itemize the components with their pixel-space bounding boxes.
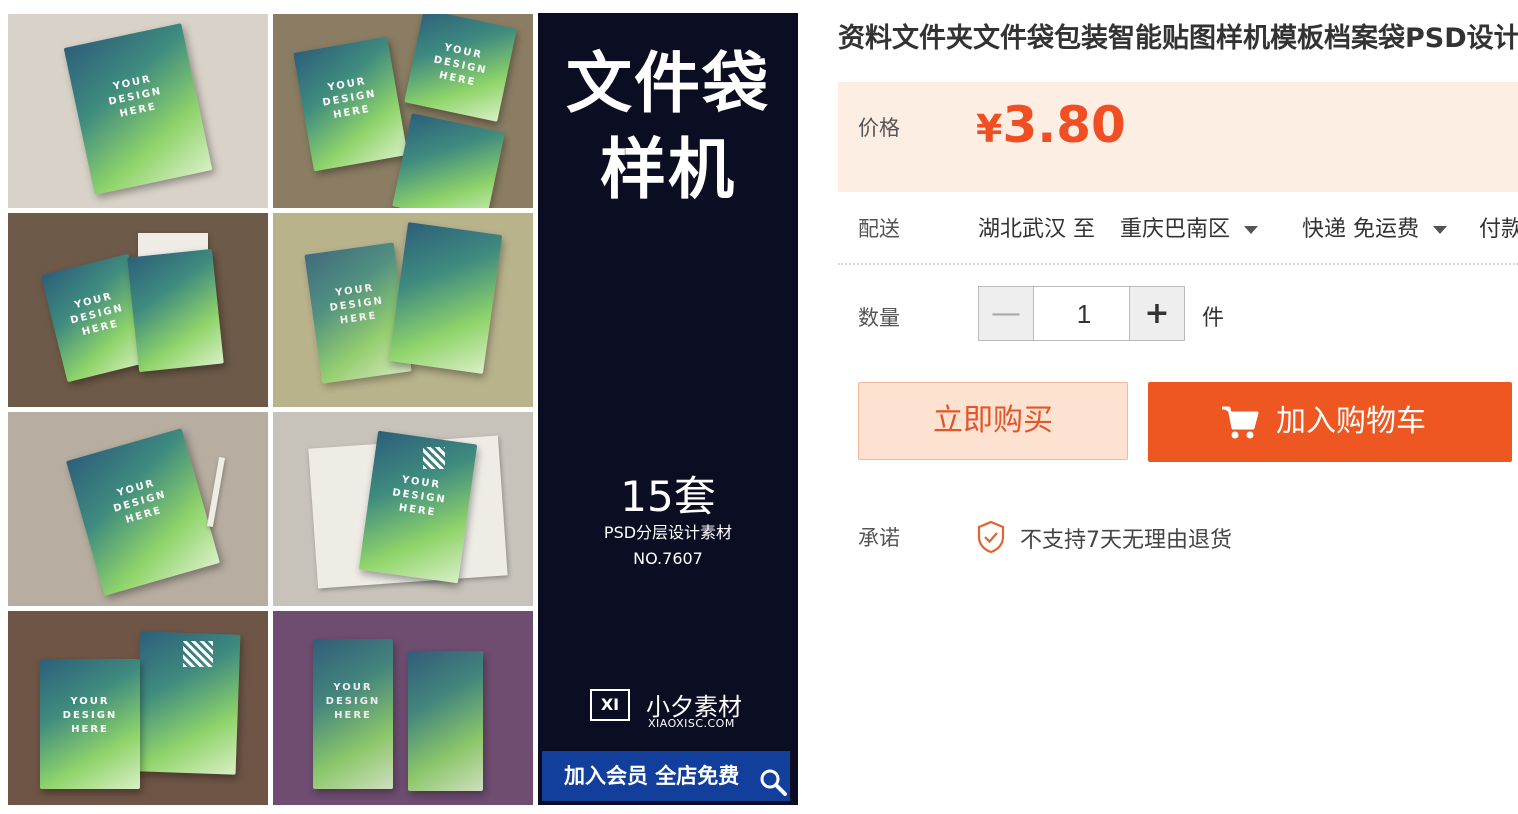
gallery-thumbnail[interactable]: YOUR DESIGN HERE (8, 213, 268, 407)
poster-number: NO.7607 (633, 549, 703, 568)
quantity-label: 数量 (858, 306, 900, 330)
promise-text: 不支持7天无理由退货 (1020, 528, 1232, 553)
increase-button[interactable]: + (1129, 287, 1184, 340)
brand-logo: XI (590, 689, 630, 721)
gallery-thumbnail[interactable]: YOUR DESIGN HERE (273, 611, 533, 805)
ship-method-select[interactable]: 快递 免运费 (1302, 211, 1447, 243)
price-value: ¥3.80 (976, 96, 1126, 154)
poster-title-line2: 样机 (600, 131, 736, 208)
mockup-text: YOUR DESIGN HERE (432, 41, 489, 89)
poster-subtitle: PSD分层设计素材 (603, 523, 733, 542)
gallery-thumbnail[interactable]: YOUR DESIGN HERE YOUR DESIGN HERE (273, 14, 533, 208)
brand-url: XIAOXISC.COM (648, 717, 735, 730)
ship-method: 快递 免运费 (1302, 217, 1419, 242)
caret-down-icon (1433, 226, 1447, 234)
promo-poster[interactable]: 文件袋 样机 15套 PSD分层设计素材 NO.7607 XI 小夕素材 XIA… (538, 13, 798, 805)
poster-count: 15套 (620, 472, 716, 521)
decrease-button[interactable]: — (979, 287, 1034, 340)
mockup-text: YOUR DESIGN HERE (62, 696, 118, 736)
currency-symbol: ¥ (976, 107, 1003, 151)
minus-icon: — (991, 296, 1021, 331)
gallery-thumbnail[interactable]: YOUR DESIGN HERE (8, 14, 268, 208)
gallery-thumbnail[interactable]: YOUR DESIGN HERE (8, 611, 268, 805)
magnifier-icon[interactable] (758, 767, 788, 797)
mockup-text: YOUR DESIGN HERE (107, 73, 164, 120)
ship-to-select[interactable]: 重庆巴南区 (1120, 211, 1259, 243)
mockup-text: YOUR DESIGN HERE (321, 75, 378, 121)
add-to-cart-label: 加入购物车 (1276, 404, 1426, 439)
plus-icon: + (1144, 296, 1170, 331)
add-to-cart-button[interactable]: 加入购物车 (1148, 382, 1512, 462)
brand-block: XI 小夕素材 XIAOXISC.COM (590, 689, 750, 730)
gallery-thumbnail[interactable]: YOUR DESIGN HERE (8, 412, 268, 606)
quantity-input[interactable] (1034, 287, 1134, 342)
mockup-text: YOUR DESIGN HERE (325, 682, 381, 721)
buy-now-button[interactable]: 立即购买 (858, 382, 1128, 460)
member-banner: 加入会员 全店免费 (542, 751, 790, 801)
payment-info: 付款后 (1479, 217, 1518, 242)
gallery-thumbnail[interactable]: YOUR DESIGN HERE (273, 213, 533, 407)
price-box: 价格 ¥3.80 (838, 82, 1518, 192)
price-label: 价格 (858, 116, 900, 140)
shipping-label: 配送 (858, 217, 900, 241)
mockup-text: YOUR DESIGN HERE (112, 477, 168, 527)
product-title: 资料文件夹文件袋包装智能贴图样机模板档案袋PSD设计素材 (838, 23, 1518, 54)
ship-to: 重庆巴南区 (1120, 217, 1231, 242)
ship-from: 湖北武汉 至 (978, 217, 1095, 242)
quantity-unit: 件 (1202, 306, 1225, 331)
promise-row: 承诺 不支持7天无理由退货 (838, 516, 1518, 556)
price-amount: 3.80 (1002, 96, 1126, 154)
poster-title-line1: 文件袋 (566, 45, 770, 122)
quantity-stepper: — + (978, 286, 1185, 342)
poster-title: 文件袋 样机 (538, 41, 798, 213)
gallery-thumbnail[interactable]: YOUR DESIGN HERE (273, 412, 533, 606)
shipping-row: 配送 湖北武汉 至 重庆巴南区 快递 免运费 付款后 (838, 195, 1518, 265)
shield-check-icon (977, 520, 1005, 554)
mockup-text: YOUR DESIGN HERE (391, 474, 448, 519)
promise-label: 承诺 (858, 526, 900, 550)
caret-down-icon (1244, 226, 1259, 234)
product-details: 资料文件夹文件袋包装智能贴图样机模板档案袋PSD设计素材 价格 ¥3.80 配送… (838, 0, 1518, 814)
quantity-row: 数量 — + 件 (838, 286, 1518, 342)
cart-icon (1222, 406, 1259, 439)
product-gallery: YOUR DESIGN HERE YOUR DESIGN HERE YOUR D… (0, 0, 806, 814)
mockup-text: YOUR DESIGN HERE (329, 282, 385, 327)
